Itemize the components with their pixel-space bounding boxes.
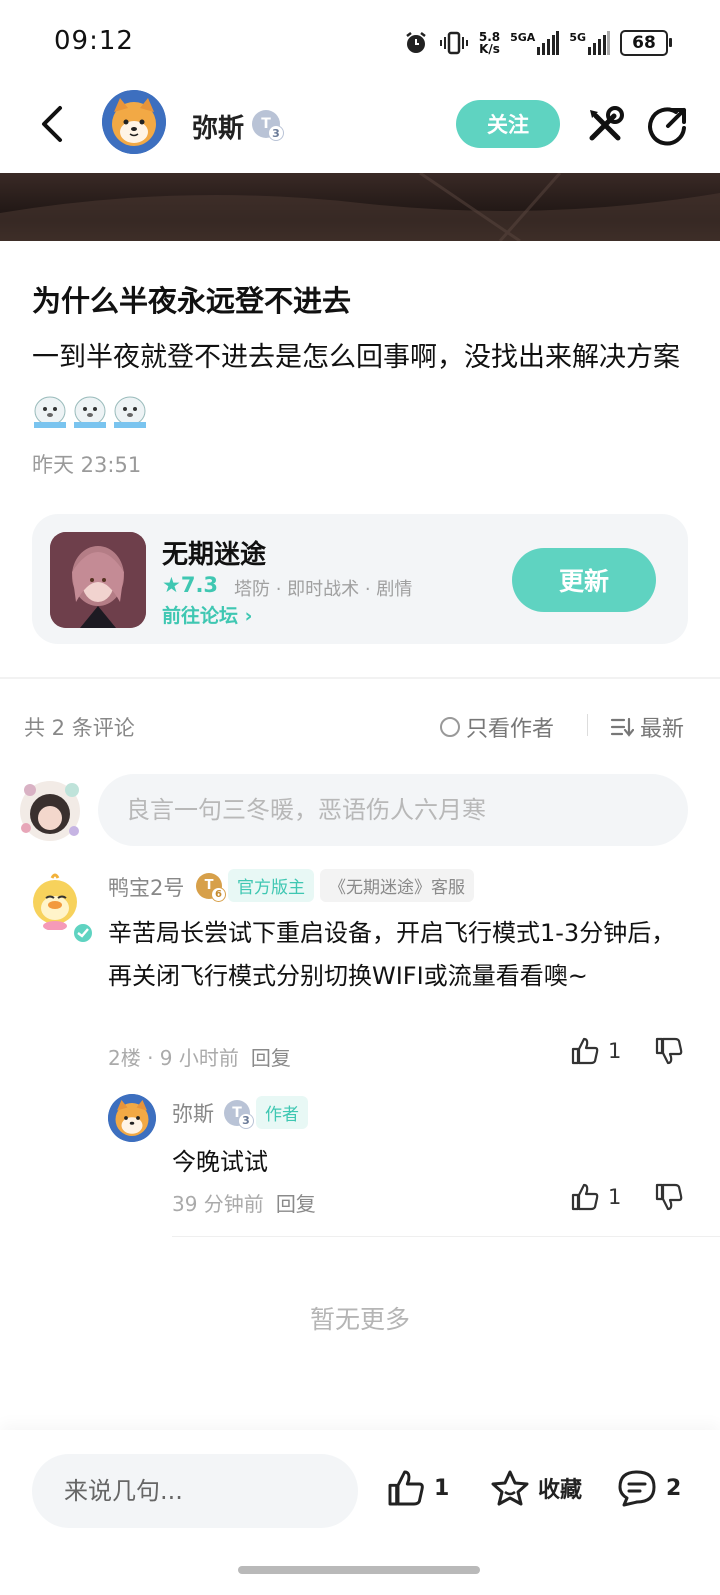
my-avatar	[14, 776, 86, 846]
reply-button[interactable]: 回复	[276, 1192, 316, 1216]
thumbs-down-icon[interactable]	[654, 1182, 684, 1212]
thumbs-up-icon	[388, 1470, 424, 1506]
game-tags: 塔防 · 即时战术 · 剧情	[234, 579, 413, 600]
chevron-right-icon: ›	[244, 605, 253, 627]
game-icon[interactable]	[50, 532, 146, 628]
game-rating: ★7.3	[162, 573, 219, 597]
comment-bubble-icon	[618, 1470, 656, 1507]
signal-5g-icon: 5G	[569, 31, 610, 55]
crying-seal-emoji-icon	[114, 396, 146, 428]
reply-avatar[interactable]	[108, 1094, 156, 1142]
thumbs-down-icon[interactable]	[654, 1036, 684, 1066]
comment-count: 共 2 条评论	[24, 716, 135, 740]
sort-latest-button[interactable]: 最新	[610, 711, 684, 743]
follow-button[interactable]: 关注	[456, 100, 560, 148]
thumbs-up-icon	[571, 1183, 599, 1211]
like-button[interactable]: 1	[570, 1036, 621, 1066]
section-divider	[0, 677, 720, 679]
signal-5ga-icon: 5GA	[510, 31, 560, 55]
comment-input[interactable]	[98, 774, 688, 846]
commenter-badges: T6 官方版主 《无期迷途》客服	[196, 869, 474, 902]
battery-icon: 68	[620, 30, 672, 56]
post-title: 为什么半夜永远登不进去	[32, 284, 352, 318]
author-tag: 作者	[256, 1096, 308, 1129]
net-speed: 5.8 K/s	[478, 30, 501, 56]
no-more-label: 暂无更多	[309, 1305, 410, 1334]
quick-comment-input[interactable]	[32, 1454, 358, 1528]
status-time: 09:12	[54, 26, 134, 56]
level-badge: T6	[196, 872, 226, 902]
vibrate-icon	[439, 31, 468, 55]
reply-like-button[interactable]: 1	[570, 1182, 621, 1212]
post-body: 一到半夜就登不进去是怎么回事啊，没找出来解决方案	[32, 330, 692, 442]
star-icon	[491, 1470, 529, 1506]
commenter-name[interactable]: 鸭宝2号	[108, 872, 184, 902]
reply-text: 今晚试试	[172, 1148, 268, 1176]
comment-text: 辛苦局长尝试下重启设备，开启飞行模式1-3分钟后，再关闭飞行模式分别切换WIFI…	[108, 919, 676, 990]
tools-icon[interactable]	[584, 104, 626, 146]
author-name[interactable]: 弥斯	[192, 108, 244, 145]
reply-author-name[interactable]: 弥斯	[172, 1098, 214, 1128]
home-indicator[interactable]	[238, 1566, 480, 1574]
role-tag: 《无期迷途》客服	[320, 869, 474, 902]
author-avatar[interactable]	[102, 90, 166, 154]
forum-link[interactable]: 前往论坛 ›	[162, 601, 252, 628]
back-icon[interactable]	[36, 104, 72, 144]
commenter-avatar[interactable]	[24, 868, 86, 931]
radio-circle-icon	[440, 717, 460, 737]
reply-meta: 39 分钟前 回复	[172, 1188, 316, 1217]
shiba-avatar-icon	[102, 90, 166, 154]
level-badge: T3	[252, 110, 284, 141]
share-icon[interactable]	[646, 104, 688, 146]
comment-floor-time: 2楼 · 9 小时前	[108, 1046, 239, 1070]
level-badge: T3	[224, 1099, 254, 1129]
post-cover-image	[0, 173, 720, 241]
crying-seal-emoji-icon	[74, 396, 106, 428]
comment-meta: 2楼 · 9 小时前 回复	[108, 1042, 291, 1071]
only-author-toggle[interactable]: 只看作者	[440, 711, 554, 743]
reply-badges: T3 作者	[224, 1096, 308, 1129]
status-icons: 5.8 K/s 5GA 5G 68	[403, 28, 672, 58]
verified-icon	[72, 922, 94, 944]
reply-divider	[172, 1236, 720, 1237]
update-button[interactable]: 更新	[512, 548, 656, 612]
game-name[interactable]: 无期迷途	[162, 534, 266, 571]
separator	[587, 714, 588, 736]
moderator-tag: 官方版主	[228, 869, 314, 902]
reply-button[interactable]: 回复	[251, 1046, 291, 1070]
favorite-button[interactable]: 收藏	[490, 1468, 582, 1508]
post-time: 昨天 23:51	[32, 453, 142, 477]
reply-time: 39 分钟前	[172, 1192, 264, 1216]
comments-button[interactable]: 2	[616, 1468, 681, 1508]
sort-icon	[610, 717, 634, 737]
post-like-button[interactable]: 1	[386, 1468, 449, 1508]
alarm-icon	[406, 32, 426, 53]
post-body-text: 一到半夜就登不进去是怎么回事啊，没找出来解决方案	[32, 342, 680, 373]
crying-seal-emoji-icon	[34, 396, 66, 428]
thumbs-up-icon	[571, 1037, 599, 1065]
